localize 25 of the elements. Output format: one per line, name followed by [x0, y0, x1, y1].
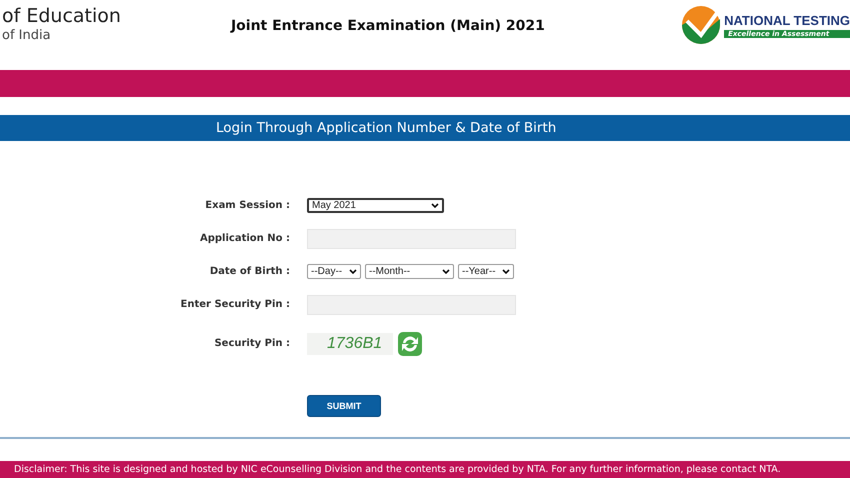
chevron-down-icon — [431, 203, 439, 208]
year-dropdown[interactable]: --Year-- — [458, 264, 514, 279]
field-label: Security Pin : — [213, 338, 290, 349]
field-label: Date of Birth : — [208, 266, 290, 277]
security-pin-input[interactable] — [307, 294, 516, 314]
disclaimer-text: Disclaimer: This site is designed and hosted by NIC eCounselling Division and the contents are provided by NTA. For any further information, please contact NTA. — [14, 464, 781, 475]
day-dropdown[interactable]: --Day-- — [307, 264, 361, 279]
captcha-image: 1736B1 — [307, 332, 393, 354]
ministry-name: of Education — [2, 4, 121, 28]
chevron-down-icon — [502, 269, 510, 274]
field-label: Application No : — [199, 233, 290, 244]
chevron-down-icon — [442, 269, 450, 274]
chevron-down-icon — [349, 269, 357, 274]
ministry-subtitle: of India — [2, 28, 52, 44]
submit-button[interactable]: SUBMIT — [307, 395, 381, 417]
exam-session-dropdown[interactable]: May 2021 — [307, 198, 444, 213]
application-number-input[interactable] — [307, 228, 516, 248]
field-label: Exam Session : — [204, 200, 290, 211]
refresh-icon[interactable] — [397, 330, 423, 356]
form-title: Login Through Application Number & Date of Birth — [216, 120, 556, 136]
checkmark-logo-icon — [681, 5, 722, 45]
field-label: Enter Security Pin : — [180, 299, 290, 310]
logo-name: NATIONAL TESTING — [724, 12, 850, 28]
page-title: Joint Entrance Examination (Main) 2021 — [230, 18, 545, 34]
month-dropdown[interactable]: --Month-- — [365, 264, 454, 279]
